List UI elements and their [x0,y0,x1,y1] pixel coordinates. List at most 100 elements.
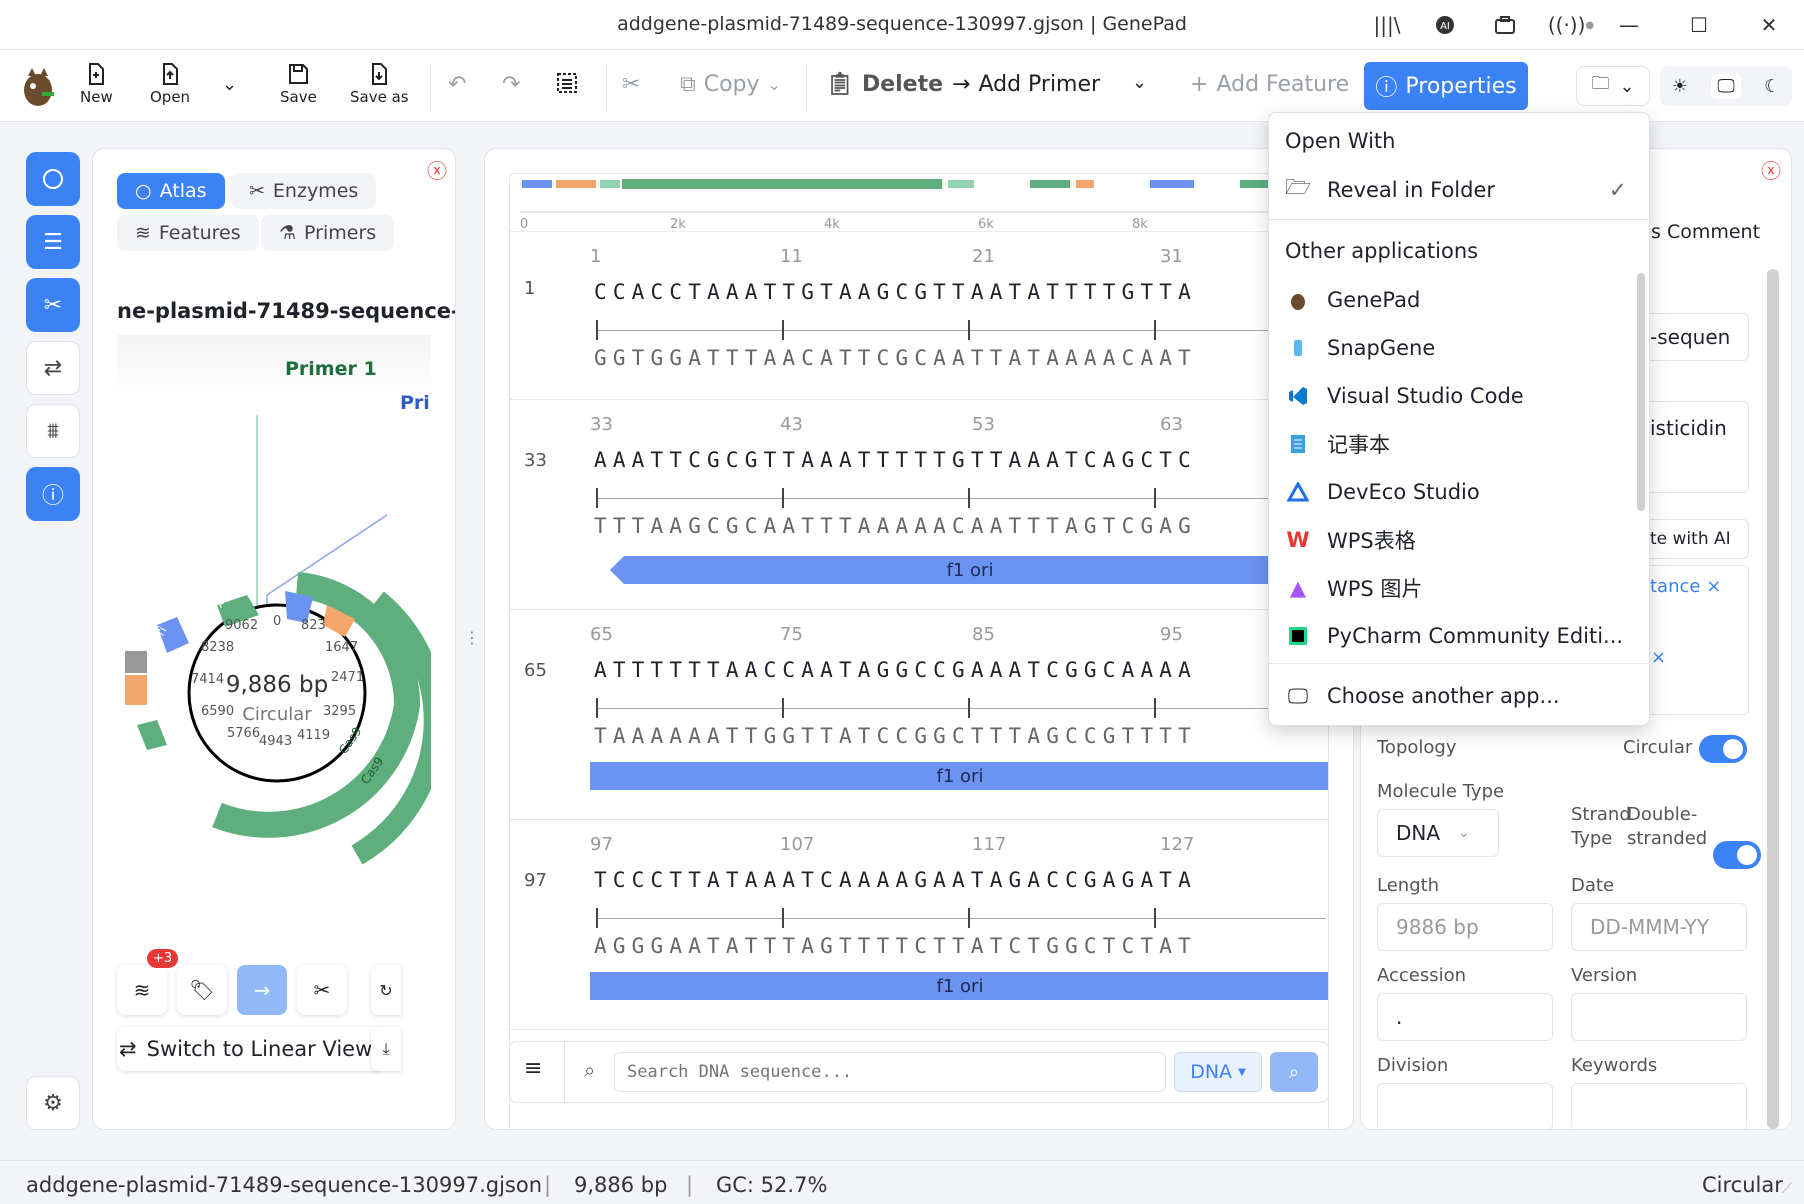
tab-enzymes[interactable]: ✂ Enzymes [231,173,377,209]
position-label: 33 [590,414,613,435]
feature-f1-ori[interactable]: f1 ori [610,556,1328,584]
primer-toggle-button[interactable]: → [237,965,287,1015]
tab-atlas[interactable]: ○ Atlas [117,173,225,209]
save-as-button[interactable]: Save as [350,62,409,106]
scrollbar[interactable] [1767,269,1779,1129]
resize-grip-icon[interactable]: ⟋ [1782,1181,1792,1197]
add-primer-button[interactable]: → Add Primer [952,72,1100,97]
topology-toggle[interactable] [1699,735,1747,763]
top-strand[interactable]: TCCCTTATAAATCAAAAGAATAGACCGAGATA [594,868,1197,892]
tag-button[interactable]: 🏷︎ [177,965,227,1015]
layers-button[interactable]: ≋ [117,965,167,1015]
menu-app-genepad[interactable]: GenePad [1269,277,1651,323]
length-field[interactable]: 9886 bp [1377,903,1553,951]
open-with-menu: Open With 🗁 Reveal in Folder ✓ Other app… [1268,112,1651,726]
minimize-icon[interactable]: — [1612,8,1646,42]
minimap-tick: 6k [978,217,994,232]
accession-field[interactable]: . [1377,993,1553,1041]
version-field[interactable] [1571,993,1747,1041]
library-icon[interactable]: |||\ [1370,8,1404,42]
menu-item-reveal-in-folder[interactable]: 🗁 Reveal in Folder ✓ [1269,167,1651,213]
sequence-view[interactable]: 0 2k 4k 6k 8k 1 1 11 21 31 CCACCTAAATTGTAAGCG… [509,173,1329,1129]
close-icon[interactable]: × [1706,576,1721,597]
tab-comment[interactable]: s Comment [1651,221,1760,243]
rail-align-button[interactable]: ⩩ [26,404,80,458]
settings-button[interactable]: ⚙ [26,1076,80,1130]
new-button[interactable]: New [80,62,113,106]
redo-button[interactable]: ↷ [502,72,520,97]
feature-f1-ori[interactable]: f1 ori [590,972,1328,1000]
download-button[interactable]: ⤓ [371,1027,401,1071]
add-feature-label: Add Feature [1216,72,1350,97]
wrap-icon[interactable]: ≡ [524,1056,542,1081]
division-field[interactable] [1377,1083,1553,1129]
delete-button[interactable]: 📋︎ Delete [826,72,943,97]
tag-remove-icon[interactable]: × [1651,647,1666,668]
top-strand[interactable]: CCACCTAAATTGTAAGCGTTAATATTTTGTTA [594,280,1197,304]
broadcast-icon[interactable]: ((·)) ● [1546,8,1596,42]
tab-primers[interactable]: ⚗ Primers [261,215,395,251]
close-icon[interactable]: ✕ [1752,8,1786,42]
properties-button[interactable]: ⓘ Properties [1364,62,1528,110]
rail-swap-button[interactable]: ⇄ [26,341,80,395]
bottom-strand[interactable]: GGTGGATTTAACATTCGCAATTATAAAACAAT [594,346,1197,370]
folder-menu-button[interactable]: 🗀 ⌄ [1576,66,1650,106]
length-label: Length [1377,875,1440,896]
add-feature-button[interactable]: + Add Feature [1190,72,1349,97]
search-button[interactable]: ⌕ [1270,1052,1318,1092]
topology-value: Circular [1623,737,1693,758]
copy-button[interactable]: ⧉ Copy ⌄ [680,72,781,97]
date-field[interactable]: DD-MMM-YY [1571,903,1747,951]
bottom-strand[interactable]: AGGGAATATTTAGTTTTCTTATCTGGCTCTAT [594,934,1197,958]
rail-list-button[interactable]: ☰ [26,215,80,269]
sequence-row[interactable]: 33 33 43 53 63 AAATTCGCGTTAAATTTTTGTTAAATCAGC… [510,400,1328,610]
menu-app-snapgene[interactable]: SnapGene [1269,325,1651,371]
sequence-row[interactable]: 97 97 107 117 127 TCCCTTATAAATCAAAAGAATAGACCG… [510,820,1328,1030]
strand-toggle[interactable] [1713,841,1761,869]
chevron-down-icon[interactable]: ⌄ [1132,72,1147,93]
select-all-button[interactable] [556,72,578,94]
menu-app-pycharm[interactable]: PyCharm Community Editi... [1269,613,1651,659]
keywords-field[interactable] [1571,1083,1747,1129]
sequence-minimap[interactable]: 0 2k 4k 6k 8k [510,174,1328,232]
ai-icon[interactable]: AI [1428,8,1462,42]
feature-f1-ori[interactable]: f1 ori [590,762,1328,790]
rail-info-button[interactable]: ⓘ [26,467,80,521]
close-panel-icon[interactable]: ⓧ [427,155,447,184]
bottom-strand[interactable]: TAAAAAATTGGTTATCCGGCTTTAGCCGTTTT [594,724,1197,748]
briefcase-icon[interactable] [1488,8,1522,42]
menu-app-notepad[interactable]: 记事本 [1269,421,1651,467]
rotate-button[interactable]: ↻ [371,965,401,1015]
map-tick: 8238 [201,640,234,655]
sequence-row[interactable]: 65 65 75 85 95 ATTTTTTAACCAATAGGCCGAAATCGGCAA… [510,610,1328,820]
menu-item-choose-another-app[interactable]: 🖵 Choose another app... [1269,673,1651,719]
save-button[interactable]: Save [280,62,317,106]
search-input[interactable] [614,1052,1166,1092]
rail-enzymes-button[interactable]: ✂ [26,278,80,332]
bottom-strand[interactable]: TTTAAGCGCAATTTAAAAACAATTTAGTCGAG [594,514,1197,538]
monitor-icon[interactable]: 🖵 [1711,73,1741,99]
top-strand[interactable]: ATTTTTTAACCAATAGGCCGAAATCGGCAAAA [594,658,1197,682]
enzyme-toggle-button[interactable]: ✂ [297,965,347,1015]
tab-features[interactable]: ≋ Features [117,215,259,251]
menu-app-wps-image[interactable]: ▲ WPS 图片 [1269,565,1651,611]
rail-circle-view-button[interactable] [26,152,80,206]
open-button[interactable]: Open [150,62,190,106]
menu-app-wps-sheets[interactable]: W WPS表格 [1269,517,1651,563]
search-mode-select[interactable]: DNA ▼ [1174,1052,1262,1092]
top-strand[interactable]: AAATTCGCGTTAAATTTTTGTTAAATCAGCTC [594,448,1197,472]
sequence-row[interactable]: 1 1 11 21 31 CCACCTAAATTGTAAGCGTTAATATTTTGTTA… [510,232,1328,400]
plasmid-map[interactable]: Primer 1 Pri AmpR ori Cas9 Cas9 9062 0 8… [117,335,431,975]
close-panel-icon[interactable]: ⓧ [1761,155,1781,184]
undo-button[interactable]: ↶ [448,72,466,97]
cut-button[interactable]: ✂ [622,72,640,97]
chevron-down-icon[interactable]: ⌄ [222,74,237,95]
sun-icon[interactable]: ☀ [1672,76,1688,97]
switch-linear-view-button[interactable]: ⇄ Switch to Linear View [117,1027,383,1071]
menu-app-deveco[interactable]: DevEco Studio [1269,469,1651,515]
moon-icon[interactable]: ☾ [1764,76,1780,97]
menu-app-vscode[interactable]: Visual Studio Code [1269,373,1651,419]
maximize-icon[interactable]: ☐ [1682,8,1716,42]
molecule-type-select[interactable]: DNA ⌄ [1377,809,1499,857]
splitter-handle[interactable]: ⋮ [464,628,480,647]
